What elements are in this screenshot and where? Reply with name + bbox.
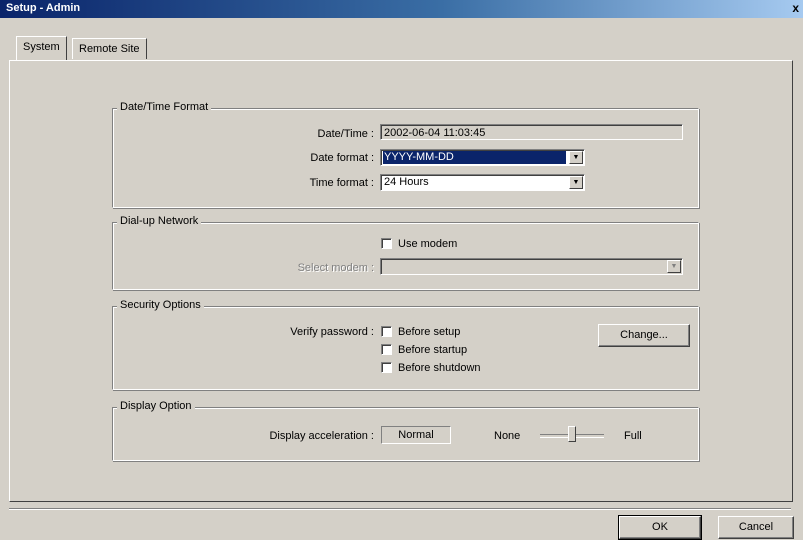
close-icon[interactable]: x [792, 1, 799, 15]
before-startup-checkbox-box[interactable] [381, 344, 392, 355]
before-shutdown-checkbox[interactable]: Before shutdown [381, 362, 481, 374]
title-bar[interactable]: Setup - Admin x [0, 0, 803, 18]
before-startup-checkbox[interactable]: Before startup [381, 344, 467, 356]
time-format-value: 24 Hours [384, 176, 429, 188]
chevron-down-icon[interactable]: ▼ [667, 260, 681, 273]
before-shutdown-label: Before shutdown [398, 362, 481, 374]
before-setup-checkbox-box[interactable] [381, 326, 392, 337]
dialup-legend: Dial-up Network [117, 215, 202, 227]
before-setup-label: Before setup [398, 326, 461, 338]
security-legend: Security Options [117, 299, 204, 311]
ok-button[interactable]: OK [618, 515, 702, 540]
chevron-down-icon[interactable]: ▼ [569, 151, 583, 164]
before-shutdown-checkbox-box[interactable] [381, 362, 392, 373]
datetime-label: Date/Time : [317, 128, 374, 140]
window-title: Setup - Admin [6, 2, 81, 14]
time-format-select[interactable]: 24 Hours ▼ [380, 174, 585, 191]
chevron-down-icon[interactable]: ▼ [569, 176, 583, 189]
cancel-button[interactable]: Cancel [718, 516, 794, 539]
change-password-button[interactable]: Change... [598, 324, 690, 347]
display-acceleration-value: Normal [381, 426, 451, 444]
footer-separator [9, 508, 791, 510]
display-acceleration-label: Display acceleration : [269, 430, 374, 442]
display-legend: Display Option [117, 400, 195, 412]
date-format-value: YYYY-MM-DD [383, 151, 566, 164]
date-format-select[interactable]: YYYY-MM-DD ▼ [380, 149, 585, 166]
tab-remote-site[interactable]: Remote Site [72, 38, 147, 59]
slider-min-label: None [494, 430, 521, 442]
use-modem-label: Use modem [398, 238, 458, 250]
tab-system-label: System [23, 41, 60, 53]
before-startup-label: Before startup [398, 344, 468, 356]
slider-thumb[interactable] [568, 426, 576, 442]
datetime-value: 2002-06-04 11:03:45 [384, 127, 486, 139]
slider-max-label: Full [624, 430, 642, 442]
tab-system[interactable]: System [16, 36, 67, 60]
datetime-legend: Date/Time Format [117, 101, 212, 113]
use-modem-checkbox[interactable]: Use modem [381, 238, 457, 250]
tab-remote-site-label: Remote Site [79, 43, 140, 55]
acceleration-slider[interactable] [540, 426, 604, 444]
dialup-groupbox: Dial-up Network [112, 215, 699, 290]
datetime-field: 2002-06-04 11:03:45 [380, 124, 683, 140]
use-modem-checkbox-box[interactable] [381, 238, 392, 249]
date-format-label: Date format : [310, 152, 374, 164]
time-format-label: Time format : [309, 177, 374, 189]
select-modem-label: Select modem : [297, 262, 374, 274]
before-setup-checkbox[interactable]: Before setup [381, 326, 460, 338]
verify-password-label: Verify password : [290, 326, 374, 338]
select-modem-value [383, 260, 664, 273]
select-modem-select[interactable]: ▼ [380, 258, 683, 275]
